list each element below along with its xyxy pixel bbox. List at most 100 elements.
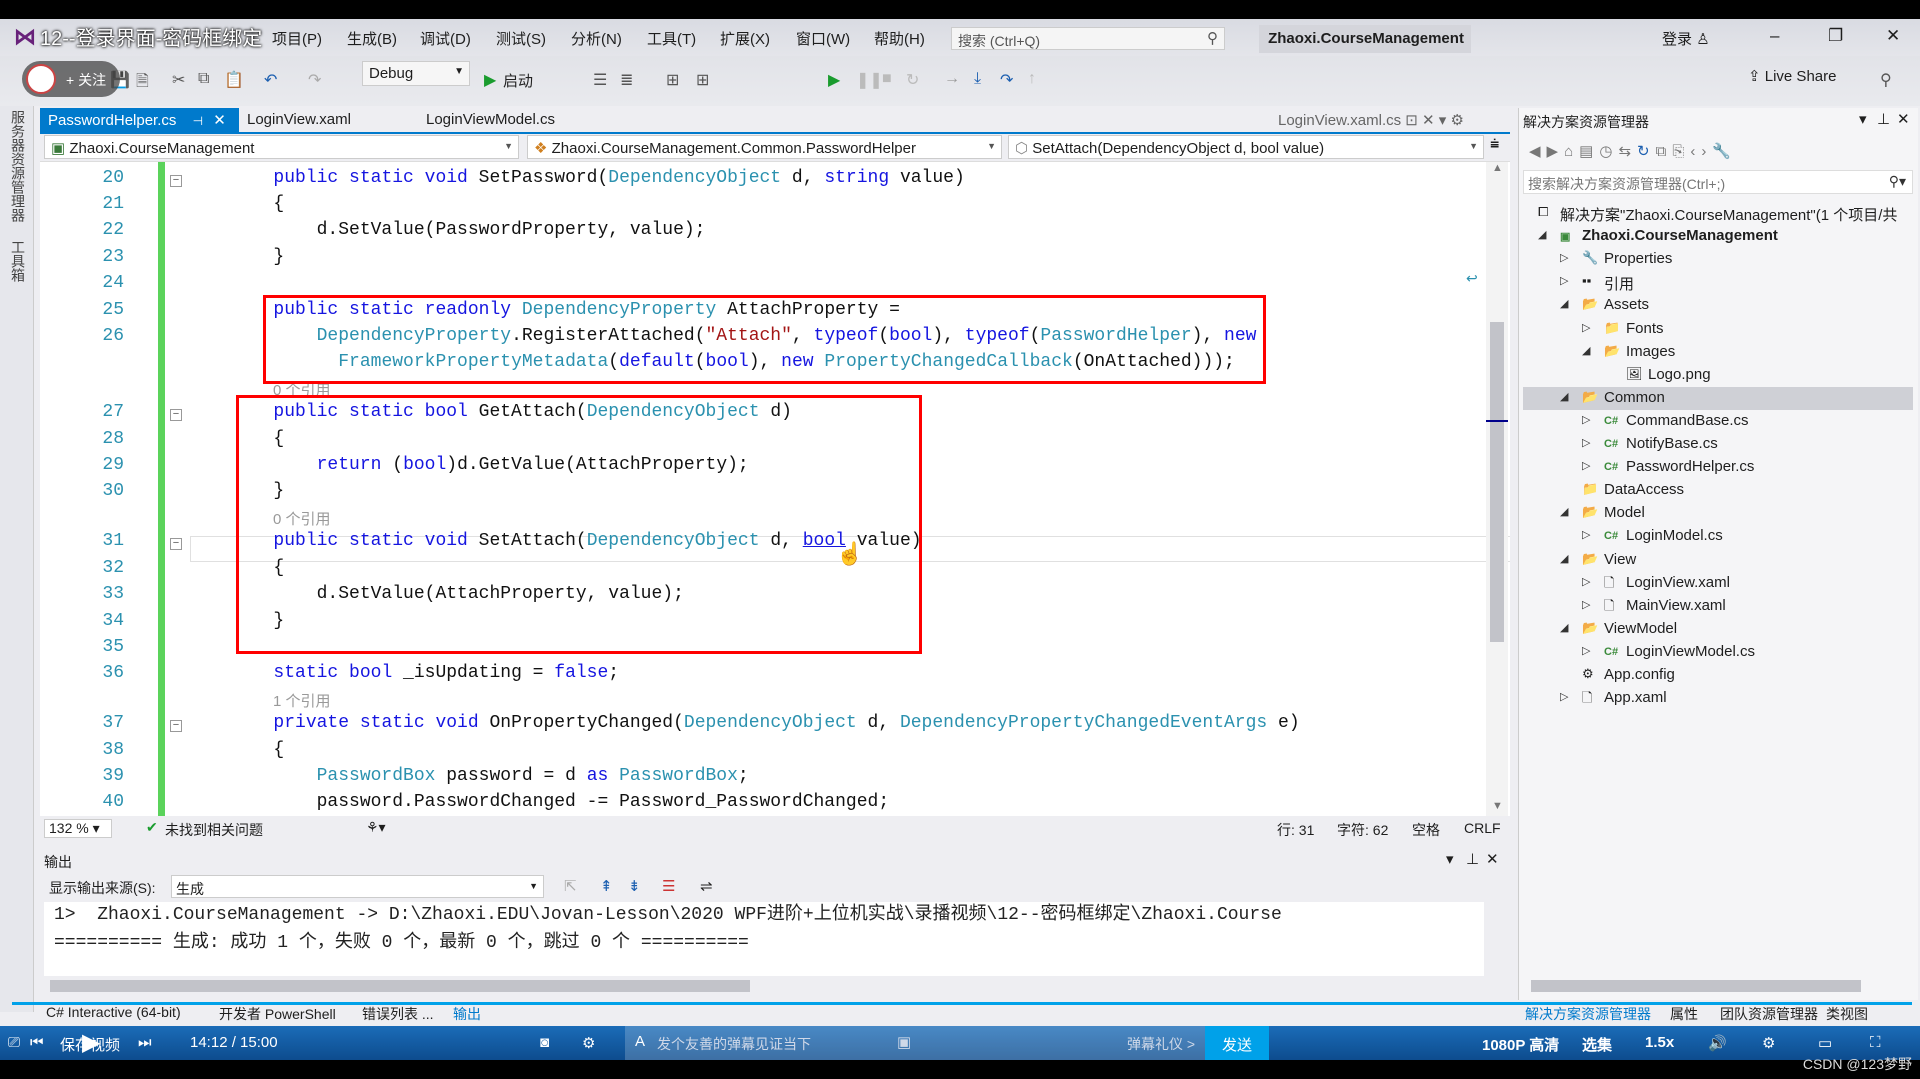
paste-icon[interactable]: 📋 [224,70,244,90]
panel-menu-icon[interactable]: ▾ [1446,850,1454,868]
feedback-icon[interactable]: ⚲ [1880,70,1892,90]
output-text[interactable]: 1> Zhaoxi.CourseManagement -> D:\Zhaoxi.… [44,902,1484,976]
save-all-icon[interactable]: 🗎 [136,70,149,97]
episodes-button[interactable]: 选集 [1582,1034,1612,1055]
follow-button[interactable]: + 关注 [22,61,120,97]
menu-window[interactable]: 窗口(W) [796,28,850,49]
collapsed-arrow-icon[interactable]: ▷ [1582,644,1590,657]
brush-icon[interactable]: ⚘▾ [366,819,386,836]
send-danmaku-button[interactable]: 发送 [1205,1026,1269,1060]
menu-analyze[interactable]: 分析(N) [571,28,622,49]
pin-icon[interactable]: ⊥ [1466,850,1479,868]
tree-item[interactable]: ◢ 📂 ViewModel [1523,618,1913,641]
collapse-region-icon[interactable]: − [170,409,182,422]
start-icon[interactable]: ▶ [484,70,496,90]
se-horizontal-scroll-thumb[interactable] [1531,980,1861,992]
tab-developer-powershell[interactable]: 开发者 PowerShell [219,1004,336,1024]
tree-item[interactable]: ⧠ 解决方案"Zhaoxi.CourseManagement"(1 个项目/共 [1523,202,1913,225]
tab-team-explorer[interactable]: 团队资源管理器 [1720,1004,1818,1024]
speed-button[interactable]: 1.5x [1645,1034,1674,1051]
redo-icon[interactable]: ↷ [308,70,321,90]
server-explorer-tab[interactable]: 服务器资源管理器 [8,110,28,222]
settings-icon[interactable]: ⚙ [1762,1034,1775,1052]
tree-item[interactable]: ⚙ App.config [1523,664,1913,687]
continue-icon[interactable]: ▶ [828,70,840,90]
line-ending[interactable]: CRLF [1464,820,1501,836]
clip-icon[interactable]: ⎚ [8,1034,20,1051]
collapse-all-icon[interactable]: ⧉ [1656,143,1673,160]
back-icon[interactable]: ◀ [1529,143,1547,160]
toolbox-tab[interactable]: 工具箱 [8,240,28,282]
comment-icon[interactable]: ≣ [620,70,633,90]
step-over-icon[interactable]: ↷ [1000,70,1013,90]
collapsed-arrow-icon[interactable]: ▷ [1560,251,1568,264]
tab-overflow-chevron-icon[interactable]: ▾ [1439,112,1447,129]
collapsed-arrow-icon[interactable]: ▷ [1560,690,1568,703]
collapsed-arrow-icon[interactable]: ▷ [1560,274,1568,287]
find-message-icon[interactable]: ⇱ [564,877,577,895]
collapsed-arrow-icon[interactable]: ▷ [1582,528,1590,541]
pause-icon[interactable]: ❚❚ [856,70,883,90]
solution-explorer-search[interactable]: 搜索解决方案资源管理器(Ctrl+;) ⚲▾ [1523,170,1913,194]
collapsed-arrow-icon[interactable]: ▷ [1582,436,1590,449]
expanded-arrow-icon[interactable]: ◢ [1538,228,1546,241]
bookmark-next-icon[interactable]: ⊞ [696,70,709,90]
tree-item[interactable]: ▷ C# LoginViewModel.cs [1523,641,1913,664]
tree-item[interactable]: ◢ ▣ Zhaoxi.CourseManagement [1523,225,1913,248]
restore-button[interactable]: ❐ [1828,26,1843,46]
close-tab-icon[interactable]: ✕ [1422,112,1435,129]
expanded-arrow-icon[interactable]: ◢ [1560,390,1568,403]
step-out-icon[interactable]: ↑ [1028,70,1036,88]
danmaku-input[interactable]: A 发个友善的弹幕见证当下 ▣ 弹幕礼仪 > [625,1026,1205,1060]
codelens-label[interactable]: 1 个引用 [273,690,331,711]
tab-properties[interactable]: 属性 [1670,1004,1698,1024]
tree-item[interactable]: ▷ C# PasswordHelper.cs [1523,456,1913,479]
view-code-icon[interactable]: ‹› [1690,143,1712,160]
fullscreen-icon[interactable]: ⛶ [1870,1034,1881,1051]
stop-icon[interactable]: ■ [882,70,892,88]
collapsed-arrow-icon[interactable]: ▷ [1582,598,1590,611]
codelens-label[interactable]: 1 个引用 [273,162,331,165]
tree-item[interactable]: 📁 DataAccess [1523,479,1913,502]
next-icon[interactable]: ⏭ [138,1034,152,1051]
start-button[interactable]: 启动 [503,70,533,91]
issues-status[interactable]: 未找到相关问题 [165,820,263,840]
panel-menu-icon[interactable]: ▾ [1859,110,1867,128]
menu-debug[interactable]: 调试(D) [420,28,471,49]
tab-loginview-xaml[interactable]: LoginView.xaml [239,108,359,132]
tree-item[interactable]: ▷ ▪▪ 引用 [1523,271,1913,294]
danmaku-style-icon[interactable]: A [635,1033,645,1050]
step-into-icon[interactable]: ⤓ [974,70,981,88]
history-icon[interactable]: ◷ [1599,143,1618,160]
menu-project[interactable]: 项目(P) [272,28,322,49]
properties-wrench-icon[interactable]: 🔧 [1712,143,1737,160]
switch-views-icon[interactable]: ▤ [1579,143,1599,160]
restart-icon[interactable]: ↻ [906,70,919,90]
play-icon[interactable]: ▶ [82,1028,100,1057]
expanded-arrow-icon[interactable]: ◢ [1560,552,1568,565]
tree-item[interactable]: ▷ 📁 Fonts [1523,318,1913,341]
solution-configuration-dropdown[interactable]: Debug ▼ [362,61,470,86]
collapsed-arrow-icon[interactable]: ▷ [1582,321,1590,334]
type-dropdown[interactable]: ❖ Zhaoxi.CourseManagement.Common.Passwor… [527,135,1002,159]
show-all-files-icon[interactable]: ⎘ [1672,143,1690,160]
tree-item[interactable]: ▷ 🗋 MainView.xaml [1523,595,1913,618]
pin-icon[interactable]: ⊥ [1877,110,1890,128]
forward-icon[interactable]: ▶ [1547,143,1565,160]
menu-help[interactable]: 帮助(H) [874,28,925,49]
collapsed-arrow-icon[interactable]: ▷ [1582,413,1590,426]
keep-open-icon[interactable]: ⊡ [1405,112,1418,129]
copy-icon[interactable]: ⧉ [198,70,209,88]
tab-solution-explorer[interactable]: 解决方案资源管理器 [1525,1004,1651,1024]
prev-message-icon[interactable]: ⇞ [600,877,613,895]
tree-item[interactable]: ▷ 🔧 Properties [1523,248,1913,271]
menu-tools[interactable]: 工具(T) [647,28,696,49]
collapsed-arrow-icon[interactable]: ▷ [1582,459,1590,472]
collapsed-arrow-icon[interactable]: ▷ [1582,575,1590,588]
tab-csharp-interactive[interactable]: C# Interactive (64-bit) [46,1004,181,1020]
close-window-button[interactable]: ✕ [1886,26,1900,46]
menu-build[interactable]: 生成(B) [347,28,397,49]
member-dropdown[interactable]: ⬡ SetAttach(DependencyObject d, bool val… [1008,135,1484,159]
output-horizontal-scroll-thumb[interactable] [50,980,750,992]
clear-all-icon[interactable]: ☰ [662,877,675,895]
